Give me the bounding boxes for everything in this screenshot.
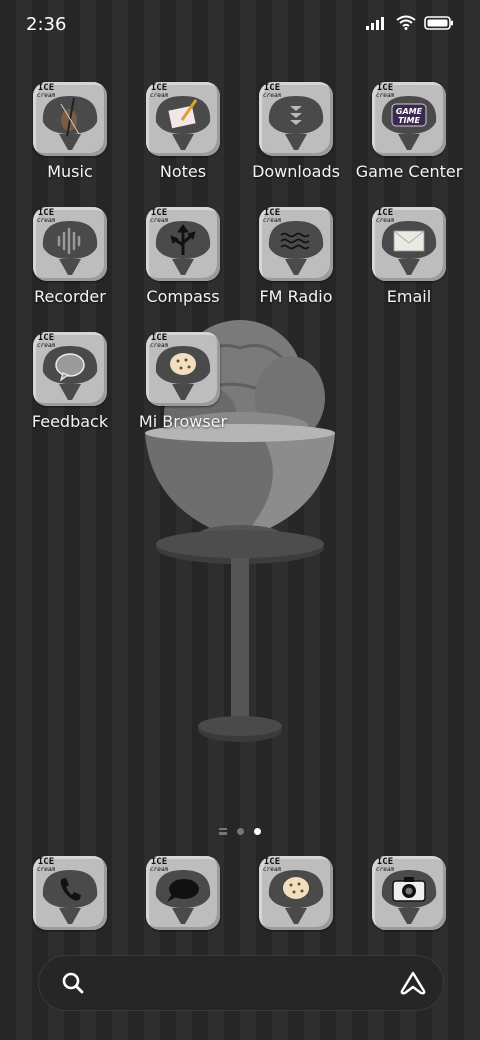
app-music[interactable]: ICE cream Music xyxy=(14,82,126,181)
ice-cream-base-icon xyxy=(42,96,98,150)
app-tile[interactable]: ICE cream xyxy=(372,856,446,930)
assistant-icon[interactable] xyxy=(399,970,427,996)
battery-icon xyxy=(424,15,453,30)
app-downloads[interactable]: ICE cream Downloads xyxy=(240,82,352,181)
page-dot-1[interactable] xyxy=(237,828,244,835)
signal-icon xyxy=(366,16,384,30)
app-label: Mi Browser xyxy=(138,412,228,431)
page-dot-2-active[interactable] xyxy=(254,828,261,835)
wifi-icon xyxy=(396,15,416,30)
app-tile[interactable]: ICE cream GAME TIME xyxy=(372,82,446,156)
app-tile[interactable]: ICE cream xyxy=(146,332,220,406)
app-tile[interactable]: ICE cream xyxy=(259,82,333,156)
app-tile[interactable]: ICE cream xyxy=(33,207,107,281)
app-compass[interactable]: ICE cream Compass xyxy=(127,207,239,306)
app-recorder[interactable]: ICE cream Recorder xyxy=(14,207,126,306)
app-tile[interactable]: ICE cream xyxy=(372,207,446,281)
app-tile[interactable]: ICE cream xyxy=(33,332,107,406)
status-time: 2:36 xyxy=(26,14,67,35)
camera-icon xyxy=(392,877,426,902)
ice-cream-base-icon xyxy=(42,870,98,924)
ice-cream-base-icon xyxy=(155,870,211,924)
ice-cream-base-icon xyxy=(381,221,437,275)
search-bar[interactable] xyxy=(38,955,444,1011)
app-label: Music xyxy=(47,162,93,181)
app-feedback[interactable]: ICE cream Feedback xyxy=(14,332,126,431)
status-bar: 2:36 xyxy=(0,0,480,50)
app-label: Game Center xyxy=(355,162,463,181)
dock-phone[interactable]: ICE cream xyxy=(14,856,126,930)
app-tile[interactable]: ICE cream xyxy=(146,207,220,281)
app-notes[interactable]: ICE cream Notes xyxy=(127,82,239,181)
ice-cream-base-icon xyxy=(155,346,211,400)
app-tile[interactable]: ICE cream xyxy=(33,856,107,930)
app-tile[interactable]: ICE cream xyxy=(146,82,220,156)
app-label: Downloads xyxy=(252,162,340,181)
app-tile[interactable]: ICE cream xyxy=(259,856,333,930)
app-label: Compass xyxy=(146,287,220,306)
app-tile[interactable]: ICE cream xyxy=(259,207,333,281)
app-label: Recorder xyxy=(34,287,106,306)
app-label: Email xyxy=(386,287,432,306)
ice-cream-base-icon xyxy=(155,96,211,150)
dock-messages[interactable]: ICE cream xyxy=(127,856,239,930)
cookie-icon xyxy=(283,877,309,899)
app-tile[interactable]: ICE cream xyxy=(146,856,220,930)
app-list-indicator-icon[interactable] xyxy=(219,828,227,835)
app-tile[interactable]: ICE cream xyxy=(33,82,107,156)
ice-cream-base-icon xyxy=(381,870,437,924)
app-email[interactable]: ICE cream Email xyxy=(353,207,465,306)
app-mi-browser[interactable]: ICE cream Mi Browser xyxy=(127,332,239,431)
app-game-center[interactable]: ICE cream GAME TIME Game Center xyxy=(353,82,465,181)
svg-text:TIME: TIME xyxy=(398,116,420,125)
envelope-icon xyxy=(393,230,425,252)
dock-browser[interactable]: ICE cream xyxy=(240,856,352,930)
svg-text:GAME: GAME xyxy=(396,107,423,116)
app-fm-radio[interactable]: ICE cream FM Radio xyxy=(240,207,352,306)
ice-cream-base-icon xyxy=(268,221,324,275)
search-icon[interactable] xyxy=(61,971,85,995)
dock-camera[interactable]: ICE cream xyxy=(353,856,465,930)
app-label: Notes xyxy=(159,162,207,181)
page-indicator[interactable] xyxy=(0,828,480,835)
app-label: Feedback xyxy=(31,412,109,431)
ice-cream-base-icon xyxy=(268,870,324,924)
ice-cream-base-icon: GAME TIME xyxy=(381,96,437,150)
ice-cream-base-icon xyxy=(42,346,98,400)
ice-cream-base-icon xyxy=(268,96,324,150)
game-time-icon: GAME TIME xyxy=(391,103,427,127)
cookie-icon xyxy=(170,353,196,375)
ice-cream-base-icon xyxy=(42,221,98,275)
ice-cream-base-icon xyxy=(155,221,211,275)
app-label: FM Radio xyxy=(259,287,333,306)
